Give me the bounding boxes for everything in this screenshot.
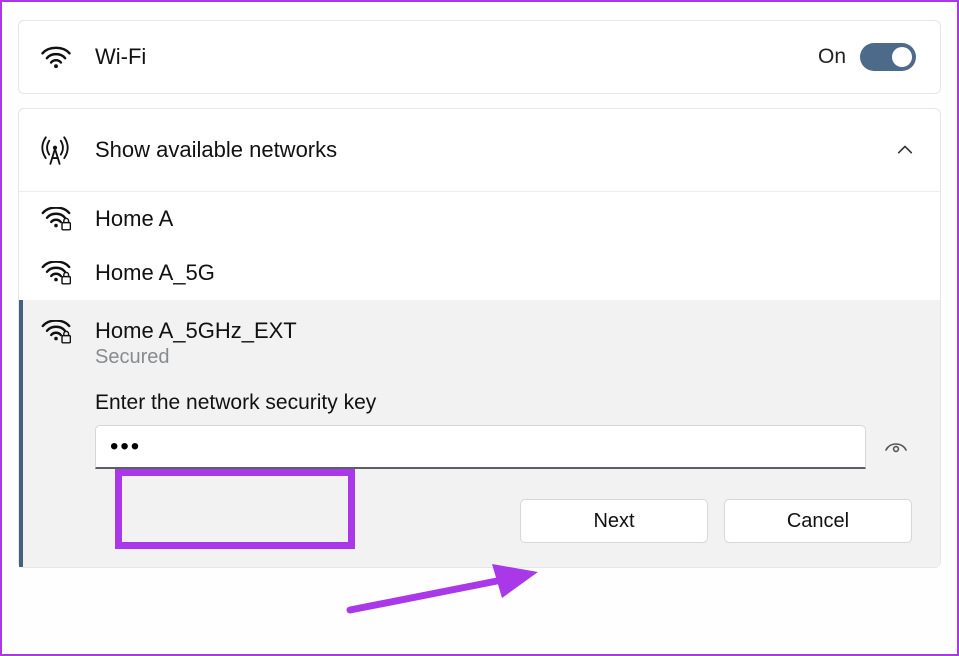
- network-item-selected: Home A_5GHz_EXT Secured Enter the networ…: [19, 300, 940, 567]
- network-name: Home A_5G: [79, 260, 215, 286]
- antenna-icon: [41, 135, 79, 165]
- available-networks-title: Show available networks: [79, 137, 896, 163]
- available-networks-section: Show available networks Home A: [18, 108, 941, 568]
- wifi-toggle[interactable]: [860, 43, 916, 71]
- wifi-title: Wi-Fi: [79, 44, 818, 70]
- wifi-toggle-section[interactable]: Wi-Fi On: [18, 20, 941, 94]
- selected-network-name: Home A_5GHz_EXT: [95, 318, 916, 344]
- wifi-status-label: On: [818, 45, 846, 69]
- cancel-button[interactable]: Cancel: [724, 499, 912, 543]
- password-input[interactable]: [110, 433, 851, 461]
- wifi-icon: [41, 46, 79, 68]
- show-available-networks-header[interactable]: Show available networks: [19, 109, 940, 192]
- network-name: Home A: [79, 206, 173, 232]
- network-item[interactable]: Home A_5G: [19, 246, 940, 300]
- network-item[interactable]: Home A: [19, 192, 940, 246]
- selected-network-status: Secured: [95, 346, 916, 369]
- wifi-secured-icon: [41, 318, 79, 344]
- chevron-up-icon: [896, 141, 914, 159]
- next-button[interactable]: Next: [520, 499, 708, 543]
- password-field-wrapper: [95, 425, 866, 469]
- wifi-secured-icon: [41, 261, 79, 285]
- reveal-password-button[interactable]: [878, 429, 914, 465]
- wifi-secured-icon: [41, 207, 79, 231]
- annotation-arrow-icon: [342, 558, 542, 628]
- password-prompt: Enter the network security key: [95, 391, 916, 415]
